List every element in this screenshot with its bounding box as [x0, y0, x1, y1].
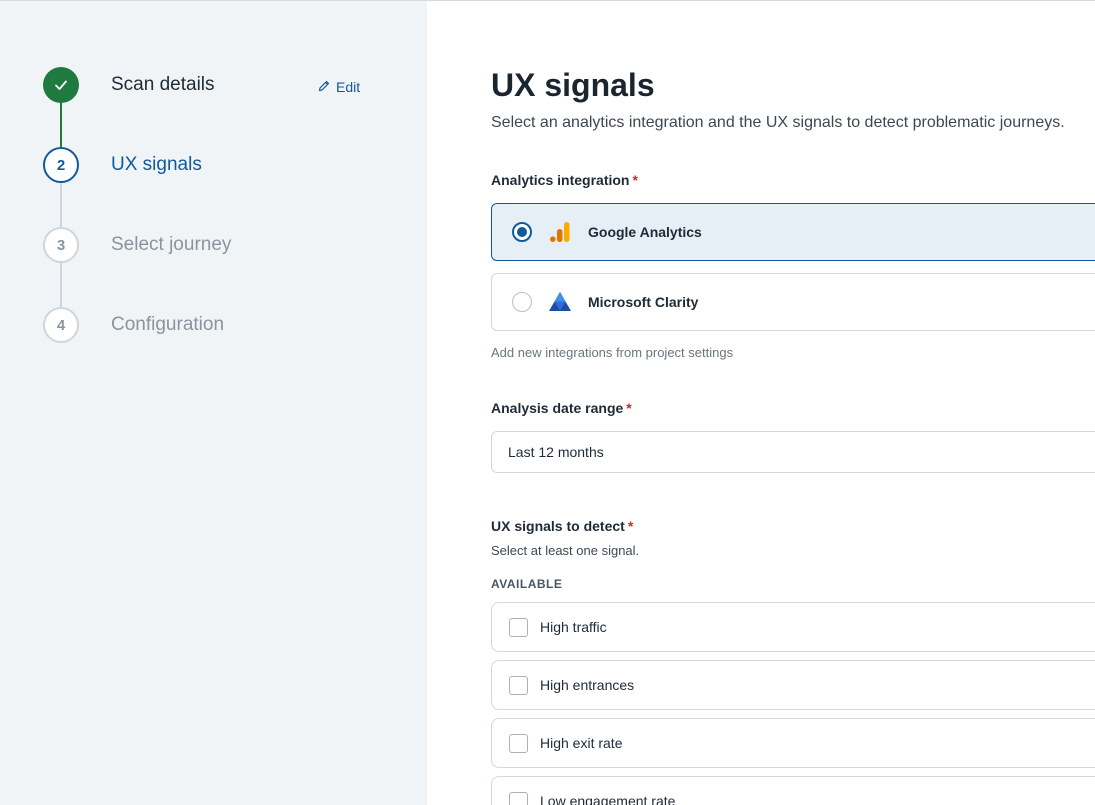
- edit-label: Edit: [336, 79, 361, 95]
- checkbox[interactable]: [509, 791, 528, 805]
- microsoft-clarity-icon: [548, 290, 572, 314]
- pencil-icon: [318, 79, 330, 95]
- wizard-sidebar: Scan details Edit 2 UX signals 3 Select …: [0, 1, 427, 805]
- required-marker: *: [632, 172, 638, 188]
- step-label: UX signals: [111, 154, 202, 175]
- signal-label: High traffic: [540, 619, 607, 635]
- option-microsoft-clarity[interactable]: Microsoft Clarity: [491, 273, 1095, 331]
- option-label: Microsoft Clarity: [588, 294, 699, 310]
- checkbox[interactable]: [509, 733, 528, 753]
- step-label: Select journey: [111, 234, 232, 255]
- signal-label: High entrances: [540, 677, 635, 693]
- signal-low-engagement-rate[interactable]: Low engagement rate: [491, 776, 1095, 805]
- signal-label: High exit rate: [540, 735, 623, 751]
- edit-scan-details-link[interactable]: Edit: [318, 79, 360, 95]
- radio-button[interactable]: [512, 222, 532, 242]
- check-icon: [43, 67, 79, 103]
- checkbox[interactable]: [509, 617, 528, 637]
- step-connector-1: [60, 101, 62, 147]
- signal-label: Low engagement rate: [540, 793, 676, 805]
- analytics-integration-label: Analytics integration *: [491, 172, 638, 188]
- step-configuration[interactable]: 4 Configuration: [43, 307, 383, 343]
- required-marker: *: [626, 400, 632, 416]
- step-select-journey[interactable]: 3 Select journey: [43, 227, 383, 263]
- radio-button[interactable]: [512, 292, 532, 312]
- step-ux-signals[interactable]: 2 UX signals: [43, 147, 383, 183]
- step-label: Configuration: [111, 314, 225, 335]
- step-number: 2: [43, 147, 79, 183]
- date-range-label: Analysis date range *: [491, 400, 632, 416]
- checkbox[interactable]: [509, 675, 528, 695]
- integrations-hint: Add new integrations from project settin…: [491, 345, 734, 360]
- step-label: Scan details: [111, 74, 215, 95]
- page-subtitle: Select an analytics integration and the …: [491, 114, 1065, 131]
- required-marker: *: [627, 518, 634, 534]
- option-label: Google Analytics: [588, 224, 702, 240]
- signal-high-entrances[interactable]: High entrances: [491, 660, 1095, 710]
- signal-high-exit-rate[interactable]: High exit rate: [491, 718, 1095, 768]
- ux-signals-label: UX signals to detect *: [491, 518, 634, 534]
- step-connector-3: [60, 263, 62, 307]
- available-section-caption: AVAILABLE: [491, 577, 563, 591]
- step-number: 3: [43, 227, 79, 263]
- step-connector-2: [60, 183, 62, 227]
- signals-hint: Select at least one signal.: [491, 543, 640, 558]
- option-google-analytics[interactable]: Google Analytics: [491, 203, 1095, 261]
- date-range-select[interactable]: Last 12 months: [491, 431, 1095, 473]
- step-number: 4: [43, 307, 79, 343]
- signal-high-traffic[interactable]: High traffic: [491, 602, 1095, 652]
- page-title: UX signals: [491, 67, 655, 103]
- google-analytics-icon: [548, 220, 572, 244]
